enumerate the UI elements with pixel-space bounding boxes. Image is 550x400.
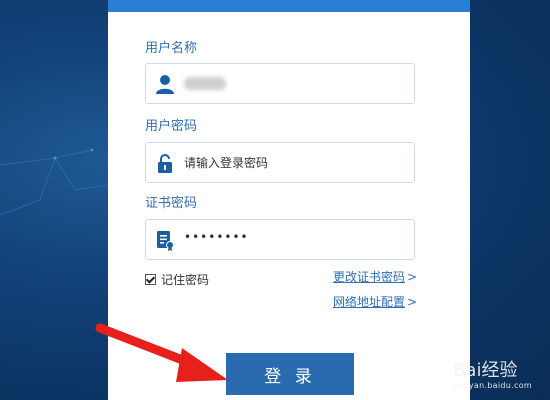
remember-password[interactable]: 记住密码 [145, 271, 209, 288]
password-field[interactable]: 请输入登录密码 [145, 142, 415, 183]
red-arrow-icon [95, 323, 228, 382]
username-field[interactable] [145, 63, 415, 104]
change-cert-password-text: 更改证书密码 [333, 270, 406, 284]
password-placeholder: 请输入登录密码 [184, 156, 269, 170]
username-label: 用户名称 [145, 41, 198, 56]
certificate-icon [157, 231, 174, 251]
lock-icon [158, 154, 172, 173]
cert-password-field[interactable]: •••••••• [145, 219, 415, 260]
remember-label: 记住密码 [161, 273, 210, 287]
cert-password-label: 证书密码 [145, 196, 198, 211]
remember-checkbox[interactable] [145, 274, 156, 285]
cert-password-value: •••••••• [184, 230, 249, 244]
username-value-blurred [184, 77, 226, 90]
watermark-brand: Bai经验 [453, 360, 518, 381]
network-config-link[interactable]: 网络地址配置 > [333, 293, 417, 310]
watermark-url: jingyan.baidu.com [453, 381, 532, 390]
password-label: 用户密码 [145, 119, 198, 134]
user-icon [156, 75, 174, 94]
change-cert-password-link[interactable]: 更改证书密码 > [333, 268, 417, 285]
baidu-jingyan-watermark: Bai经验 jingyan.baidu.com [453, 356, 532, 390]
chevron-right-icon: > [407, 295, 418, 309]
chevron-right-icon: > [407, 270, 418, 284]
network-config-text: 网络地址配置 [333, 295, 406, 309]
panel-header-bar [108, 0, 470, 12]
